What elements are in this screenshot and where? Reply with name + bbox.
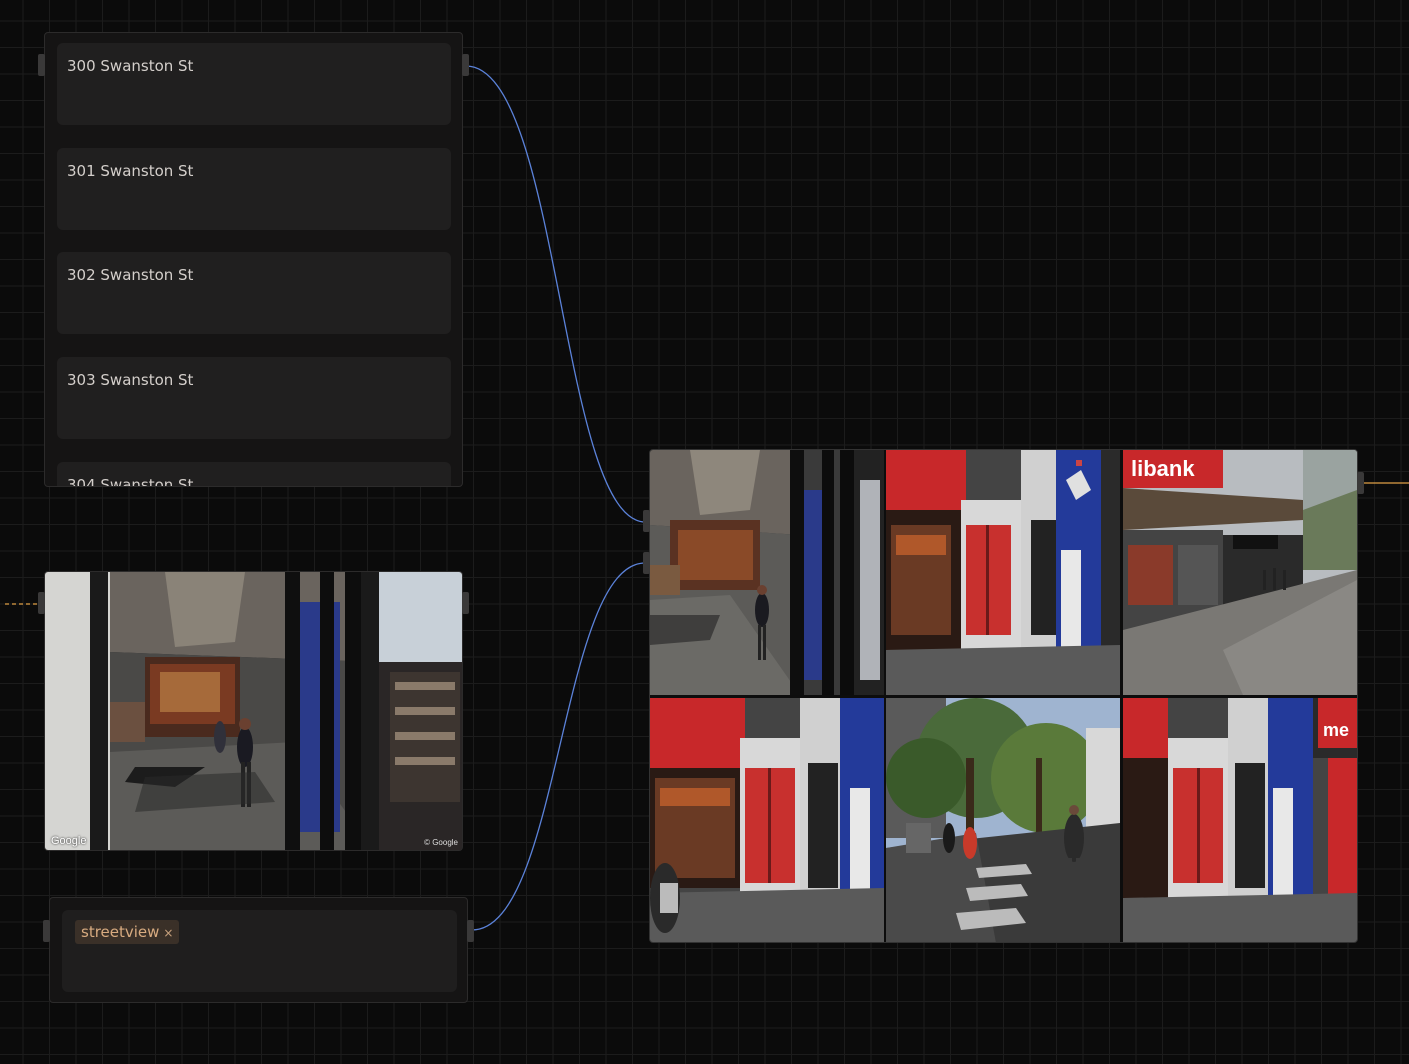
preview-input-port[interactable] [38,592,45,614]
list-item[interactable]: 300 Swanston St [57,43,451,125]
grid-image-arcade[interactable] [650,450,884,695]
list-item[interactable]: 302 Swanston St [57,252,451,334]
wire-list-to-grid [465,65,646,523]
streetview-photo: me [1123,698,1357,942]
streetview-photo [45,572,462,850]
list-item-label: 303 Swanston St [67,371,194,389]
grid-output-port[interactable] [1357,472,1364,494]
preview-output-port[interactable] [462,592,469,614]
tag-chip-label: streetview [81,923,160,941]
grid-image-crossing[interactable] [886,698,1120,942]
grid-image-red-doors-right[interactable]: me [1123,698,1357,942]
list-item-label: 302 Swanston St [67,266,194,284]
grid-image-red-doors-person[interactable] [650,698,884,942]
list-input-port[interactable] [38,54,45,76]
image-grid-node[interactable]: libank me [649,449,1358,943]
list-item-label: 301 Swanston St [67,162,194,180]
streetview-photo: libank [1123,450,1357,695]
streetview-preview-node[interactable]: Google © Google [44,571,463,851]
streetview-photo [886,450,1120,695]
list-item[interactable]: 303 Swanston St [57,357,451,439]
grid-image-bank-street[interactable]: libank [1123,450,1357,695]
streetview-photo [650,450,884,695]
tags-input-port[interactable] [43,920,50,942]
tag-input-node[interactable]: streetview × [49,897,468,1003]
address-list-node[interactable]: 300 Swanston St 301 Swanston St 302 Swan… [44,32,463,487]
bank-sign-text: libank [1131,456,1195,481]
list-output-port[interactable] [462,54,469,76]
list-item[interactable]: 304 Swanston St [57,462,451,487]
list-item-label: 304 Swanston St [67,476,194,487]
store-sign-text: me [1323,720,1349,740]
list-item-label: 300 Swanston St [67,57,194,75]
grid-input-port-1[interactable] [643,510,650,532]
tag-input-field[interactable]: streetview × [62,910,457,992]
google-logo: Google [51,835,87,847]
streetview-photo [650,698,884,942]
streetview-photo [886,698,1120,942]
tag-remove-icon[interactable]: × [163,926,173,940]
grid-image-red-doors[interactable] [886,450,1120,695]
google-copyright: © Google [424,838,458,847]
tag-chip[interactable]: streetview × [75,920,180,944]
wire-tags-to-grid [471,562,646,931]
list-item[interactable]: 301 Swanston St [57,148,451,230]
tags-output-port[interactable] [467,920,474,942]
grid-input-port-2[interactable] [643,552,650,574]
